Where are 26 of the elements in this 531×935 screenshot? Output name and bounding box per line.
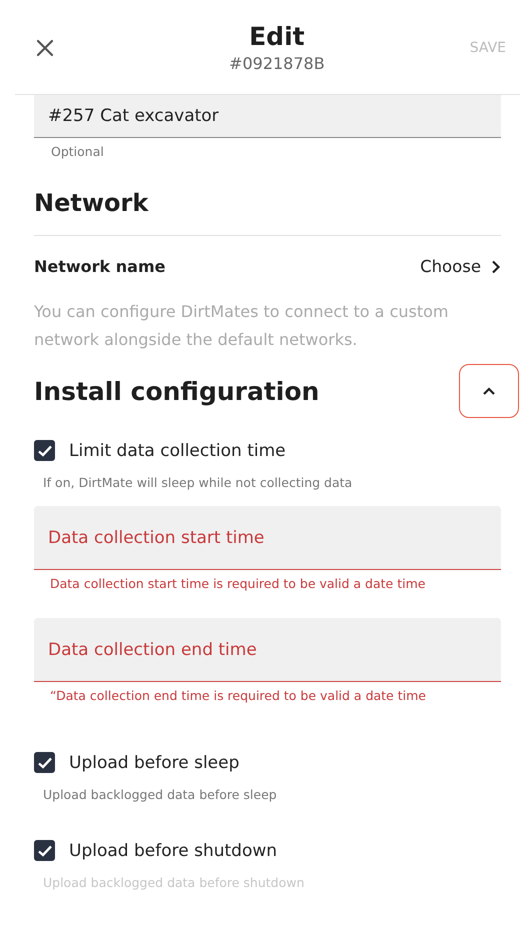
checkbox[interactable]	[34, 752, 55, 773]
network-description: You can configure DirtMates to connect to a custom network alongside the default networks.	[34, 301, 450, 351]
helper-text: Optional	[51, 144, 105, 159]
checkbox-label: Limit data collection time	[69, 440, 286, 460]
chevron-right-icon	[491, 260, 501, 274]
hint-text: If on, DirtMate will sleep while not collecting data	[43, 475, 354, 490]
section-heading: Network	[34, 189, 150, 217]
device-id: #0921878B	[229, 54, 325, 72]
section-heading: Install configuration	[34, 376, 320, 406]
time-field[interactable]: Data collection end time	[34, 618, 501, 682]
checkbox[interactable]	[34, 440, 55, 461]
close-icon[interactable]	[36, 39, 54, 57]
checkbox-label: Upload before shutdown	[69, 840, 278, 860]
chevron-up-icon	[482, 386, 496, 396]
checkbox-label: Upload before sleep	[69, 752, 240, 772]
choose-button[interactable]: Choose	[420, 257, 501, 276]
hint-text: Upload backlogged data before shutdown	[43, 875, 306, 890]
checkbox[interactable]	[34, 840, 55, 861]
time-field[interactable]: Data collection start time	[34, 506, 501, 570]
collapse-button[interactable]	[459, 364, 519, 418]
name-field[interactable]: #257 Cat excavator	[34, 95, 501, 138]
network-name-label: Network name	[34, 257, 166, 276]
error-message: Data collection start time is required to be valid a date time	[50, 576, 426, 591]
error-message: “Data collection end time is required to be valid a date time	[50, 688, 427, 703]
hint-text: Upload backlogged data before sleep	[43, 787, 278, 802]
page-title: Edit	[249, 22, 305, 50]
